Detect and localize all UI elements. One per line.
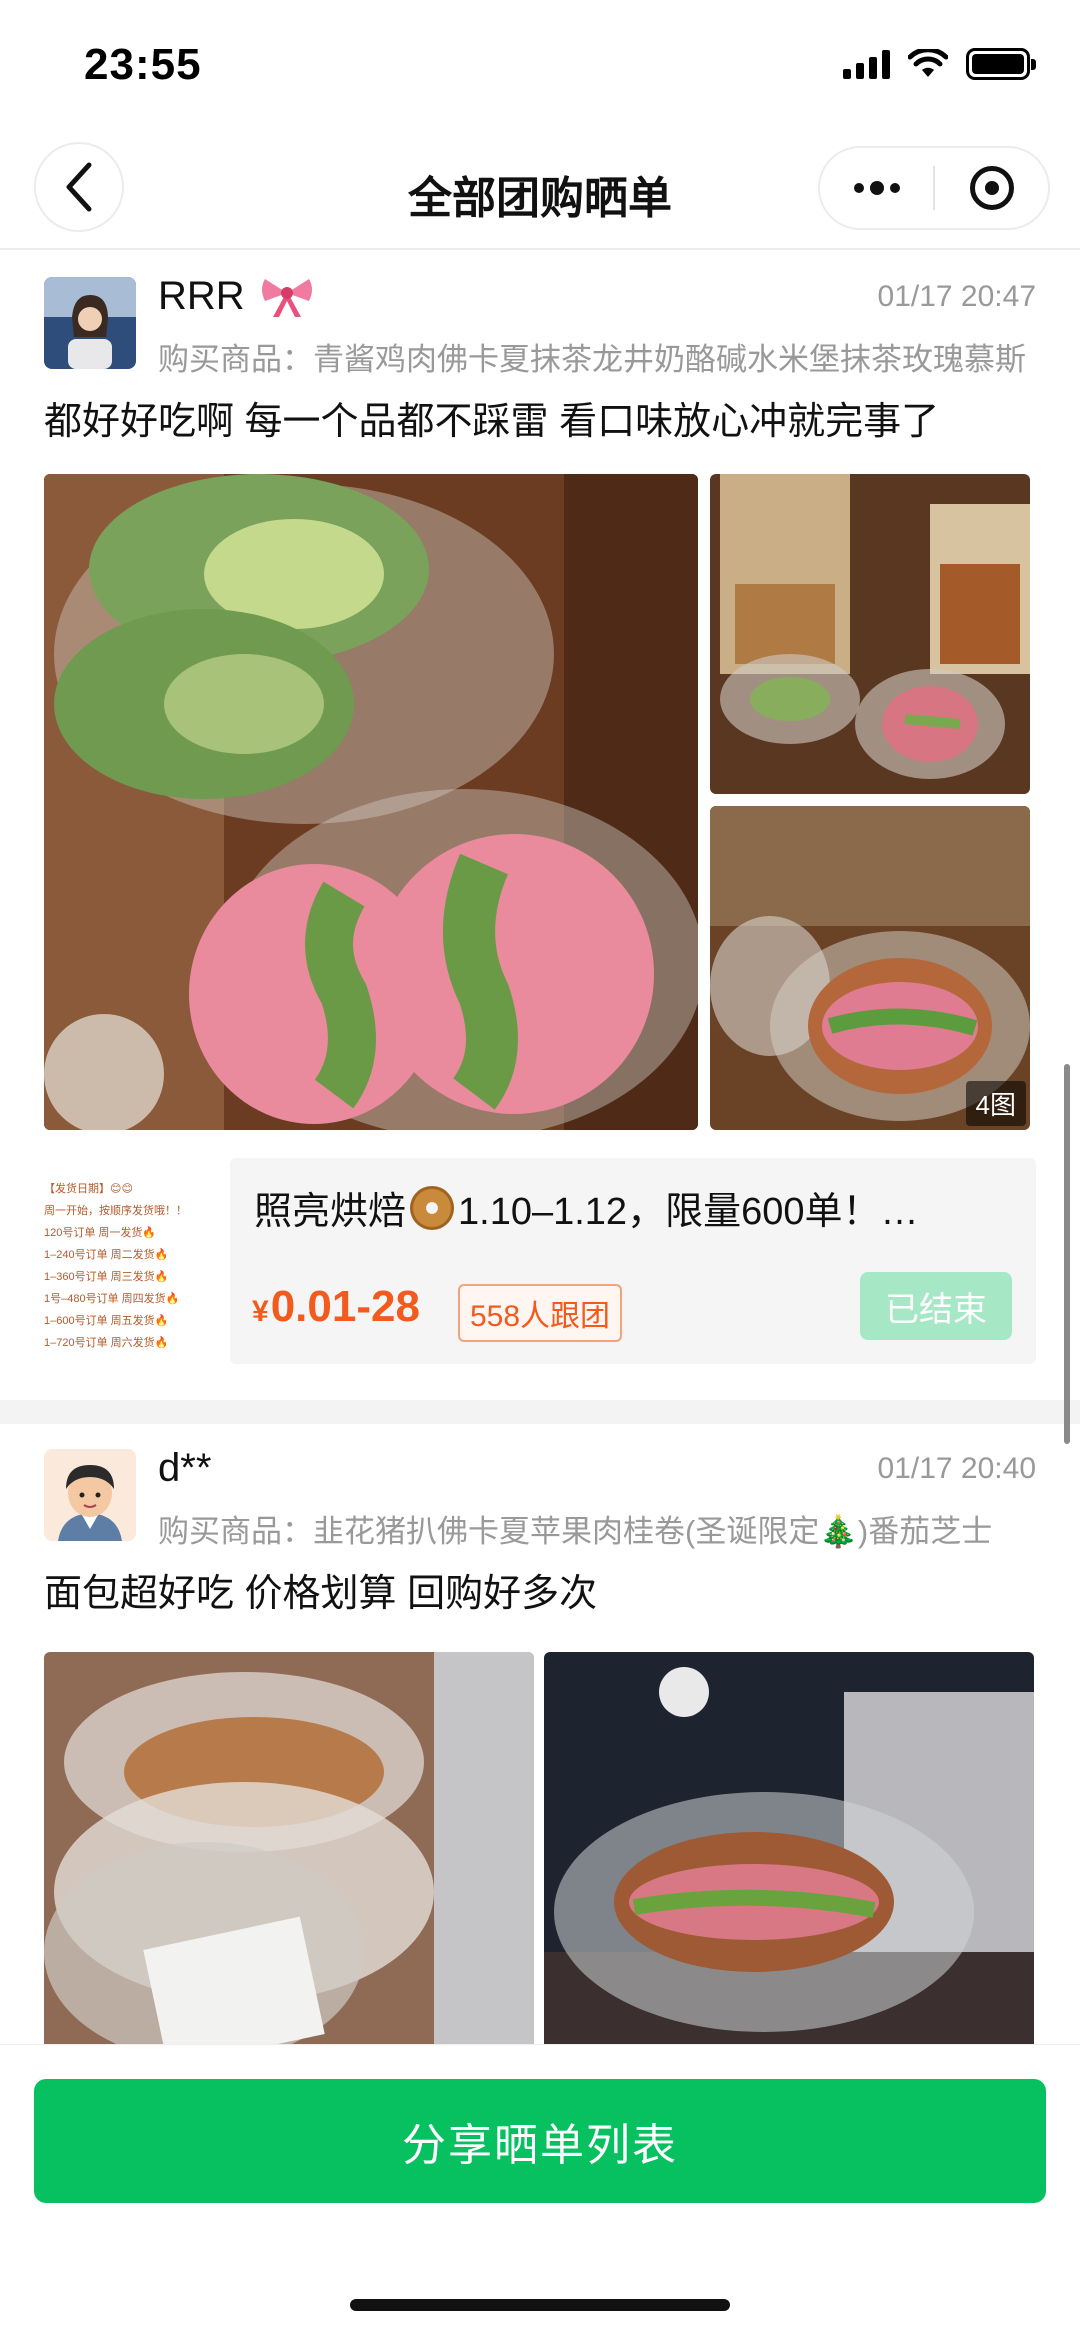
thumb-line: 1–240号订单 周二发货🔥: [44, 1249, 169, 1261]
signal-icon: [843, 49, 890, 79]
thumb-line: 1–720号订单 周六发货🔥: [44, 1337, 169, 1349]
user-name: d**: [158, 1446, 211, 1491]
post-separator: [0, 1400, 1080, 1424]
mini-program-capsule: [818, 146, 1050, 230]
target-icon: [969, 166, 1014, 210]
photo-bagged-breads[interactable]: [44, 1652, 534, 2044]
photo-wrapped-sandwich[interactable]: 4图: [710, 806, 1030, 1130]
price-range: ¥ 0.01-28: [252, 1282, 420, 1332]
review-post: RRR 01/17 20:47 购买商品：青酱鸡肉佛卡夏抹茶龙井奶酪碱水米堡抹茶…: [0, 252, 1080, 1364]
image-count-badge: 4图: [965, 1081, 1026, 1126]
thumb-line: 1–360号订单 周三发货🔥: [44, 1271, 169, 1283]
wifi-icon: [908, 49, 948, 77]
avatar[interactable]: [44, 1449, 136, 1541]
post-header: d** 01/17 20:40 购买商品：韭花猪扒佛卡夏苹果肉桂卷(圣诞限定🎄)…: [44, 1424, 1036, 1564]
thumb-line: 周一开始，按顺序发货哦！！: [44, 1205, 187, 1217]
purchased-products: 购买商品：韭花猪扒佛卡夏苹果肉桂卷(圣诞限定🎄)番茄芝士: [158, 1514, 993, 1549]
post-text: 都好好吃啊 每一个品都不踩雷 看口味放心冲就完事了: [44, 401, 940, 443]
status-icons: [843, 48, 1036, 80]
group-buy-title-shop: 照亮烘焙: [254, 1191, 407, 1233]
thumb-line: 【发货日期】😊😊: [44, 1183, 133, 1195]
status-time: 23:55: [84, 40, 202, 89]
purchased-products: 购买商品：青酱鸡肉佛卡夏抹茶龙井奶酪碱水米堡抹茶玫瑰慕斯: [158, 342, 1026, 377]
scrollbar[interactable]: [1064, 1064, 1070, 1444]
price-value: 0.01-28: [270, 1282, 420, 1331]
review-post: d** 01/17 20:40 购买商品：韭花猪扒佛卡夏苹果肉桂卷(圣诞限定🎄)…: [0, 1424, 1080, 2044]
more-button[interactable]: [820, 148, 933, 228]
user-name-text: d**: [158, 1446, 212, 1490]
avatar[interactable]: [44, 277, 136, 369]
image-grid: [44, 1652, 1036, 2044]
image-grid: 4图: [44, 474, 1036, 1134]
photo-sandwich-box[interactable]: [544, 1652, 1034, 2044]
thumb-line: 1号–480号订单 周四发货🔥: [44, 1293, 180, 1305]
photo-packaged-breads[interactable]: [710, 474, 1030, 794]
share-review-list-button[interactable]: 分享晒单列表: [34, 2079, 1046, 2203]
status-bar: 23:55: [0, 0, 1080, 130]
bagel-icon: [410, 1185, 455, 1230]
home-indicator[interactable]: [350, 2299, 730, 2311]
thumb-line: 120号订单 周一发货🔥: [44, 1227, 157, 1239]
post-time: 01/17 20:40: [877, 1452, 1036, 1485]
group-buy-info: 照亮烘焙 1.10–1.12，限量600单！… ¥ 0.01-28 558人跟团…: [230, 1158, 1036, 1364]
user-name-text: RRR: [158, 274, 245, 318]
currency-symbol: ¥: [252, 1295, 269, 1328]
followers-badge: 558人跟团: [458, 1284, 623, 1342]
photo-matcha-rose-buns[interactable]: [44, 474, 698, 1130]
delivery-schedule-thumbnail: 【发货日期】😊😊 周一开始，按顺序发货哦！！ 120号订单 周一发货🔥 1–24…: [44, 1158, 230, 1364]
ribbon-bow-icon: [261, 278, 312, 317]
close-miniprogram-button[interactable]: [935, 148, 1048, 228]
user-name: RRR: [158, 274, 315, 319]
post-time: 01/17 20:47: [877, 280, 1036, 313]
thumb-line: 1–600号订单 周五发货🔥: [44, 1315, 169, 1327]
battery-icon: [966, 48, 1036, 80]
bottom-bar: 分享晒单列表: [0, 2044, 1080, 2337]
group-buy-card[interactable]: 【发货日期】😊😊 周一开始，按顺序发货哦！！ 120号订单 周一发货🔥 1–24…: [44, 1158, 1036, 1364]
more-dots-icon: [853, 181, 900, 195]
post-text: 面包超好吃 价格划算 回购好多次: [44, 1573, 598, 1615]
review-feed[interactable]: RRR 01/17 20:47 购买商品：青酱鸡肉佛卡夏抹茶龙井奶酪碱水米堡抹茶…: [0, 252, 1080, 2044]
ended-status-button[interactable]: 已结束: [860, 1272, 1012, 1340]
nav-bar: 全部团购晒单: [0, 130, 1080, 250]
group-buy-title: 照亮烘焙 1.10–1.12，限量600单！…: [254, 1180, 1006, 1235]
group-buy-title-detail: 1.10–1.12，限量600单！…: [458, 1191, 919, 1233]
post-header: RRR 01/17 20:47 购买商品：青酱鸡肉佛卡夏抹茶龙井奶酪碱水米堡抹茶…: [44, 252, 1036, 392]
